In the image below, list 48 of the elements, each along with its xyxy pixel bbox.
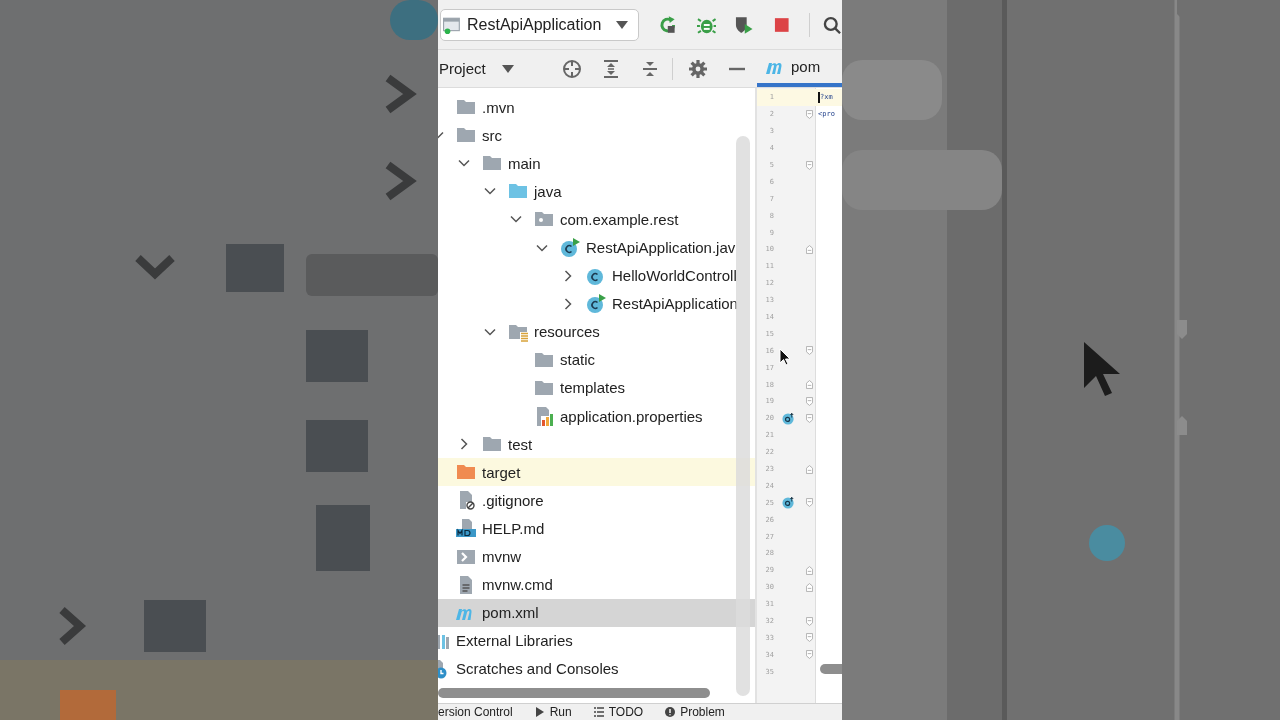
settings-icon[interactable]	[687, 58, 708, 79]
coverage-run-icon[interactable]	[734, 14, 754, 35]
chevron-right-icon[interactable]	[562, 269, 574, 282]
tree-item[interactable]: java	[438, 177, 755, 206]
tree-item[interactable]: Scratches and Consoles	[438, 654, 755, 683]
tree-item[interactable]: .gitignore	[438, 486, 755, 515]
tool-window-button[interactable]: ersion Control	[438, 705, 513, 719]
tree-item[interactable]: test	[438, 430, 755, 459]
project-view-dropdown[interactable]: Project	[438, 60, 514, 77]
override-icon[interactable]	[782, 496, 795, 510]
tree-item[interactable]: resources	[438, 317, 755, 346]
tree-item[interactable]: HELP.md	[438, 514, 755, 543]
class-icon	[560, 237, 580, 258]
list-icon	[593, 707, 604, 717]
tree-item[interactable]: mvnw	[438, 542, 755, 571]
class-icon	[586, 293, 606, 314]
run-configuration-dropdown[interactable]: RestApiApplication	[440, 8, 640, 41]
tree-item[interactable]: main	[438, 149, 755, 178]
chevron-right-icon[interactable]	[458, 438, 470, 451]
text-cursor	[818, 91, 820, 103]
override-icon[interactable]	[782, 411, 795, 425]
caret-icon	[616, 20, 629, 29]
play-icon	[534, 707, 545, 717]
tree-item[interactable]: mvnw.cmd	[438, 570, 755, 599]
mouse-pointer-icon	[779, 348, 791, 366]
tree-item[interactable]: com.example.rest	[438, 205, 755, 234]
crosshair-icon[interactable]	[561, 58, 582, 79]
tree-item[interactable]: target	[438, 458, 755, 487]
tree-item[interactable]: RestApiApplication	[438, 289, 755, 318]
chart-file-icon	[534, 406, 554, 427]
tree-item[interactable]: static	[438, 345, 755, 374]
tree-item[interactable]: application.properties	[438, 402, 755, 431]
tree-item[interactable]: pom.xml	[438, 598, 755, 627]
search-icon[interactable]	[822, 14, 842, 35]
tree-item[interactable]: templates	[438, 373, 755, 403]
tool-window-button[interactable]: TODO	[593, 705, 644, 719]
tree-item[interactable]: .mvn	[438, 93, 755, 122]
chevron-right-icon[interactable]	[562, 297, 574, 310]
tree-item[interactable]: src	[438, 121, 755, 150]
tool-window-button[interactable]: Problem	[665, 705, 725, 719]
markdown-file-icon	[456, 518, 476, 539]
folder-icon	[534, 378, 554, 398]
caret-icon	[501, 64, 514, 73]
tree-item[interactable]: RestApiApplication.jav	[438, 233, 755, 262]
tree-item[interactable]: External Libraries	[438, 626, 755, 655]
tree-item[interactable]: HelloWorldControll	[438, 261, 755, 290]
tool-window-button[interactable]: Run	[534, 705, 572, 719]
warning-icon	[665, 707, 676, 717]
